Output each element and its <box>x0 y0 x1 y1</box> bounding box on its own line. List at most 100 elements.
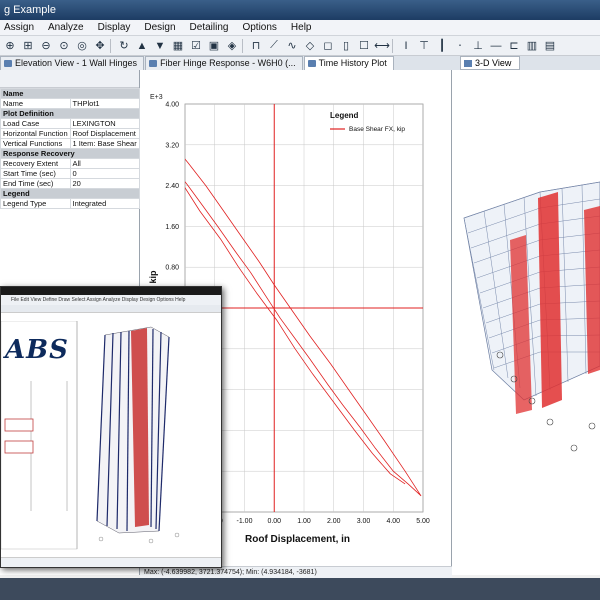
refresh-icon[interactable]: ↻ <box>116 38 132 54</box>
zoom-out-icon[interactable]: ⊖ <box>38 38 54 54</box>
y-tick-label: 0.80 <box>165 265 179 272</box>
menu-analyze[interactable]: Analyze <box>48 22 84 33</box>
menu-display[interactable]: Display <box>98 22 131 33</box>
inset-hinge-box <box>4 418 34 432</box>
property-key: Recovery Extent <box>0 158 71 169</box>
property-row[interactable]: Horizontal Function Roof Displacement <box>0 128 140 139</box>
joint-icon[interactable]: ⋅ <box>452 38 468 54</box>
inset-status-bar <box>1 557 221 567</box>
property-category[interactable]: Plot Definition <box>0 108 140 119</box>
plot-icon <box>307 60 316 67</box>
snap-icon[interactable]: ⊏ <box>506 38 522 54</box>
property-key: Legend Type <box>0 198 71 209</box>
property-row[interactable]: Start Time (sec) 0 <box>0 168 140 179</box>
dimension-icon[interactable]: ⟷ <box>374 38 390 54</box>
menu-detailing[interactable]: Detailing <box>190 22 229 33</box>
draw-slab-icon[interactable]: ◇ <box>302 38 318 54</box>
shear-wall <box>538 192 562 408</box>
3d-building-model <box>463 181 600 452</box>
property-row[interactable]: Name THPlot1 <box>0 98 140 109</box>
property-row[interactable]: Legend Type Integrated <box>0 198 140 209</box>
grid-icon[interactable]: ▥ <box>524 38 540 54</box>
tab-3d-view[interactable]: 3-D View <box>460 56 520 70</box>
status-text: Max: (-4.639982, 3721.374754); Min: (4.9… <box>144 569 317 576</box>
inset-tower-model <box>96 326 170 534</box>
property-row[interactable]: Vertical Functions1 Item: Base Shear FX <box>0 138 140 149</box>
property-row[interactable]: Recovery Extent All <box>0 158 140 169</box>
toolbar-separator <box>242 38 246 53</box>
title-bar: g Example <box>0 0 600 20</box>
assign-icon[interactable]: ▣ <box>206 38 222 54</box>
property-value[interactable]: LEXINGTON <box>69 118 140 129</box>
pan-icon[interactable]: ✥ <box>92 38 108 54</box>
property-category[interactable]: Legend <box>0 188 140 199</box>
property-category-label: Legend <box>0 188 140 199</box>
pier-label-icon[interactable]: ☐ <box>356 38 372 54</box>
property-value[interactable]: 20 <box>69 178 140 189</box>
property-row[interactable]: Load Case LEXINGTON <box>0 118 140 129</box>
legend-entry: Base Shear FX, kip <box>349 126 405 133</box>
y-tick-label: 4.00 <box>165 102 179 109</box>
property-key: Start Time (sec) <box>0 168 71 179</box>
y-tick-label: 1.60 <box>165 224 179 231</box>
tab-label: Fiber Hinge Response - W6H0 (... <box>160 58 296 68</box>
menu-design[interactable]: Design <box>144 22 175 33</box>
x-tick-label: 4.00 <box>386 518 400 525</box>
tab-elevation-view[interactable]: Elevation View - 1 Wall Hinges <box>0 56 145 70</box>
view-3d-icon[interactable]: ◈ <box>224 38 240 54</box>
inset-menu-bar: File Edit View Define Draw Select Assign… <box>1 295 221 305</box>
tab-fiber-hinge-response[interactable]: Fiber Hinge Response - W6H0 (... <box>145 56 303 70</box>
property-key: Vertical Functions <box>0 138 71 149</box>
tab-time-history-plot[interactable]: Time History Plot <box>303 56 394 70</box>
elevation-view-icon <box>4 60 12 67</box>
beam-icon[interactable]: ⊤ <box>416 38 432 54</box>
section-icon[interactable]: I <box>398 38 414 54</box>
x-tick-label: 2.00 <box>327 518 341 525</box>
properties-icon[interactable]: ▤ <box>542 38 558 54</box>
toolbar-separator <box>392 38 396 53</box>
property-key: Horizontal Function <box>0 128 71 139</box>
zoom-previous-icon[interactable]: ⊙ <box>56 38 72 54</box>
inset-toolbar <box>1 305 221 313</box>
property-category[interactable]: Response Recovery <box>0 148 140 159</box>
select-all-icon[interactable]: ☑ <box>188 38 204 54</box>
property-row[interactable]: End Time (sec) 20 <box>0 178 140 189</box>
draw-opening-icon[interactable]: ◻ <box>320 38 336 54</box>
zoom-window-icon[interactable]: ⊞ <box>20 38 36 54</box>
draw-brace-icon[interactable]: ⟋ <box>266 38 282 54</box>
zoom-extents-icon[interactable]: ◎ <box>74 38 90 54</box>
property-value[interactable]: Integrated <box>69 198 140 209</box>
property-value[interactable]: 0 <box>69 168 140 179</box>
property-grid: Name Name THPlot1 Plot Definition Load Case L… <box>0 88 140 209</box>
menu-bar: Assign Analyze Display Design Detailing … <box>0 20 600 36</box>
draw-frame-icon[interactable]: ⊓ <box>248 38 264 54</box>
line-icon[interactable]: — <box>488 38 504 54</box>
menu-options[interactable]: Options <box>242 22 276 33</box>
inset-base-supports <box>98 532 180 544</box>
show-undeformed-icon[interactable]: ▦ <box>170 38 186 54</box>
property-value[interactable]: 1 Item: Base Shear FX <box>69 138 140 149</box>
y-tick-label: 2.40 <box>165 183 179 190</box>
property-panel-toolbar <box>0 70 139 88</box>
legend-title: Legend <box>330 111 359 120</box>
move-down-icon[interactable]: ▼ <box>152 38 168 54</box>
property-category-label: Plot Definition <box>0 108 140 119</box>
window-title: g Example <box>4 4 56 16</box>
tab-label: Time History Plot <box>318 58 387 68</box>
x-tick-label: 0.00 <box>267 518 281 525</box>
property-value[interactable]: All <box>69 158 140 169</box>
x-tick-label: 3.00 <box>357 518 371 525</box>
column-icon[interactable]: ┃ <box>434 38 450 54</box>
support-icon[interactable]: ⊥ <box>470 38 486 54</box>
property-value[interactable]: Roof Displacement <box>69 128 140 139</box>
property-value[interactable]: THPlot1 <box>69 98 140 109</box>
property-category[interactable]: Name <box>0 88 140 99</box>
menu-assign[interactable]: Assign <box>4 22 34 33</box>
menu-help[interactable]: Help <box>291 22 312 33</box>
inset-plan-frame <box>1 321 78 550</box>
move-up-icon[interactable]: ▲ <box>134 38 150 54</box>
draw-wall-icon[interactable]: ▯ <box>338 38 354 54</box>
hinge-response-icon <box>149 60 158 67</box>
draw-link-icon[interactable]: ∿ <box>284 38 300 54</box>
zoom-in-icon[interactable]: ⊕ <box>2 38 18 54</box>
